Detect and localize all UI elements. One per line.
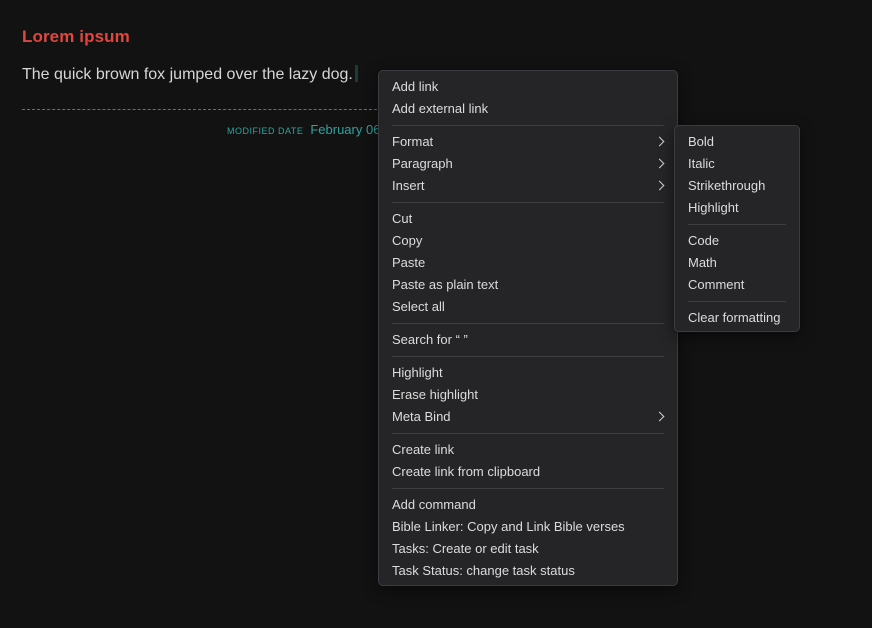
menu-item-label: Highlight	[688, 200, 739, 215]
menu-item-copy[interactable]: Copy	[379, 230, 677, 252]
menu-item-task-status-change-task-status[interactable]: Task Status: change task status	[379, 560, 677, 582]
menu-item-label: Comment	[688, 277, 745, 292]
format-item-highlight[interactable]: Highlight	[675, 197, 799, 219]
menu-item-label: Add link	[392, 79, 439, 94]
menu-separator	[688, 301, 786, 302]
menu-separator	[392, 125, 664, 126]
chevron-right-icon	[654, 136, 665, 147]
menu-item-label: Meta Bind	[392, 409, 451, 424]
menu-item-paste[interactable]: Paste	[379, 252, 677, 274]
menu-item-cut[interactable]: Cut	[379, 208, 677, 230]
menu-item-insert[interactable]: Insert	[379, 175, 677, 197]
menu-separator	[392, 323, 664, 324]
modified-date-property: MODIFIED DATE February 06	[227, 121, 380, 139]
editor-view: Lorem ipsum The quick brown fox jumped o…	[0, 0, 872, 628]
menu-item-select-all[interactable]: Select all	[379, 296, 677, 318]
menu-item-label: Erase highlight	[392, 387, 478, 402]
menu-item-add-external-link[interactable]: Add external link	[379, 98, 677, 120]
chevron-right-icon	[654, 158, 665, 169]
menu-item-label: Tasks: Create or edit task	[392, 541, 539, 556]
menu-item-create-link[interactable]: Create link	[379, 439, 677, 461]
menu-item-label: Add command	[392, 497, 476, 512]
menu-item-label: Add external link	[392, 101, 489, 116]
menu-item-add-command[interactable]: Add command	[379, 494, 677, 516]
menu-item-label: Insert	[392, 178, 425, 193]
menu-item-label: Create link from clipboard	[392, 464, 541, 479]
menu-item-label: Paragraph	[392, 156, 453, 171]
menu-item-label: Select all	[392, 299, 445, 314]
menu-item-paste-as-plain-text[interactable]: Paste as plain text	[379, 274, 677, 296]
menu-item-label: Math	[688, 255, 717, 270]
menu-item-erase-highlight[interactable]: Erase highlight	[379, 384, 677, 406]
menu-separator	[392, 433, 664, 434]
menu-item-label: Code	[688, 233, 720, 248]
menu-item-tasks-create-or-edit-task[interactable]: Tasks: Create or edit task	[379, 538, 677, 560]
menu-separator	[688, 224, 786, 225]
format-item-comment[interactable]: Comment	[675, 274, 799, 296]
format-item-code[interactable]: Code	[675, 230, 799, 252]
text-cursor	[354, 65, 358, 82]
menu-item-label: Copy	[392, 233, 423, 248]
menu-item-label: Paste	[392, 255, 426, 270]
menu-item-label: Search for “ ”	[392, 332, 468, 347]
menu-separator	[392, 356, 664, 357]
menu-item-label: Bold	[688, 134, 715, 149]
menu-item-label: Highlight	[392, 365, 443, 380]
menu-item-bible-linker-copy-and-link-bible-verses[interactable]: Bible Linker: Copy and Link Bible verses	[379, 516, 677, 538]
menu-item-add-link[interactable]: Add link	[379, 76, 677, 98]
properties-divider	[22, 109, 382, 110]
menu-item-paragraph[interactable]: Paragraph	[379, 153, 677, 175]
format-submenu: Bold Italic Strikethrough Highlight Code Math…	[674, 125, 800, 332]
chevron-right-icon	[654, 411, 665, 422]
context-menu: Add link Add external link Format Paragraph…	[378, 70, 678, 586]
note-body[interactable]: The quick brown fox jumped over the lazy…	[22, 65, 358, 84]
menu-item-label: Strikethrough	[688, 178, 766, 193]
format-item-bold[interactable]: Bold	[675, 131, 799, 153]
modified-date-label: MODIFIED DATE	[227, 126, 304, 136]
menu-item-label: Bible Linker: Copy and Link Bible verses	[392, 519, 625, 534]
modified-date-value[interactable]: February 06	[310, 122, 380, 137]
menu-item-label: Format	[392, 134, 434, 149]
menu-item-label: Task Status: change task status	[392, 563, 575, 578]
format-item-clear-formatting[interactable]: Clear formatting	[675, 307, 799, 329]
note-body-text: The quick brown fox jumped over the lazy…	[22, 66, 353, 83]
menu-item-highlight[interactable]: Highlight	[379, 362, 677, 384]
menu-item-label: Cut	[392, 211, 413, 226]
menu-item-label: Create link	[392, 442, 455, 457]
menu-item-label: Italic	[688, 156, 715, 171]
menu-separator	[392, 488, 664, 489]
menu-item-label: Paste as plain text	[392, 277, 499, 292]
format-item-strikethrough[interactable]: Strikethrough	[675, 175, 799, 197]
menu-item-create-link-from-clipboard[interactable]: Create link from clipboard	[379, 461, 677, 483]
format-item-italic[interactable]: Italic	[675, 153, 799, 175]
chevron-right-icon	[654, 180, 665, 191]
format-item-math[interactable]: Math	[675, 252, 799, 274]
menu-item-meta-bind[interactable]: Meta Bind	[379, 406, 677, 428]
note-title: Lorem ipsum	[22, 27, 130, 46]
menu-item-search-for[interactable]: Search for “ ”	[379, 329, 677, 351]
menu-separator	[392, 202, 664, 203]
menu-item-format[interactable]: Format	[379, 131, 677, 153]
menu-item-label: Clear formatting	[688, 310, 781, 325]
